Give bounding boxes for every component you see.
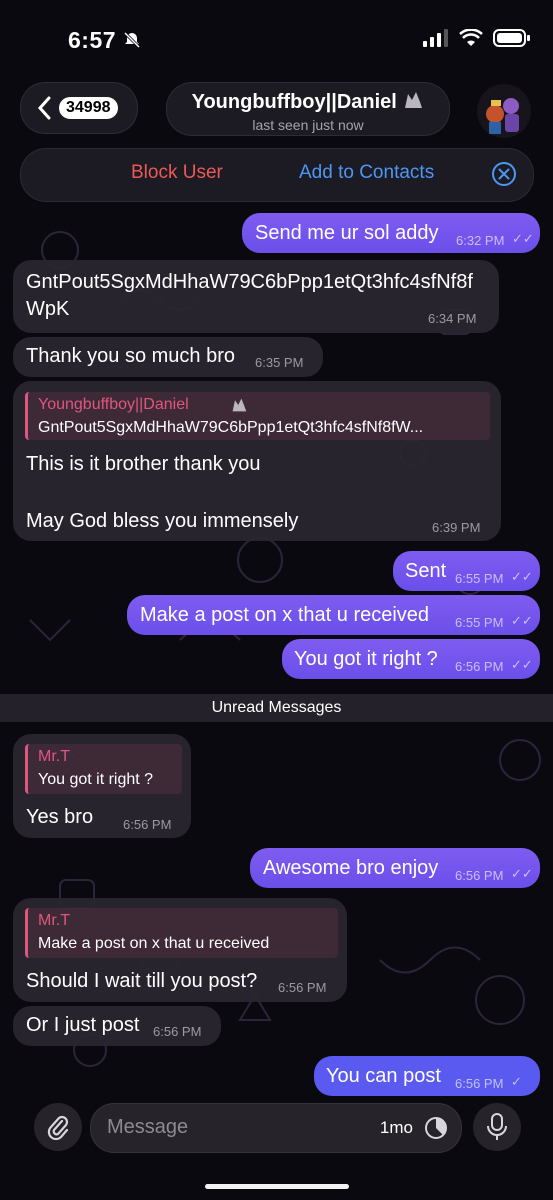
reply-preview[interactable]: Mr.T Make a post on x that u received <box>25 908 338 958</box>
chat-title: Youngbuffboy||Daniel <box>167 90 449 114</box>
auto-delete-timer-label: 1mo <box>379 1118 413 1137</box>
home-indicator <box>205 1184 349 1189</box>
mute-bell-icon <box>123 31 141 49</box>
paperclip-icon <box>47 1115 69 1140</box>
microphone-button[interactable] <box>473 1103 521 1151</box>
message-incoming-reply[interactable]: Youngbuffboy||Daniel GntPout5SgxMdHhaW79… <box>13 381 501 541</box>
message-incoming[interactable]: Thank you so much bro 6:35 PM <box>13 337 323 377</box>
reply-preview[interactable]: Youngbuffboy||Daniel GntPout5SgxMdHhaW79… <box>25 392 490 440</box>
read-check-icon: ✓✓ <box>511 569 533 584</box>
message-incoming-reply[interactable]: Mr.T Make a post on x that u received Sh… <box>13 898 347 1002</box>
message-outgoing[interactable]: Awesome bro enjoy 6:56 PM ✓✓ <box>250 848 540 888</box>
battery-icon <box>493 29 530 47</box>
read-check-icon: ✓✓ <box>511 866 533 881</box>
microphone-icon <box>487 1113 507 1140</box>
timer-icon[interactable] <box>423 1115 449 1141</box>
status-bar: 6:57 <box>0 0 553 80</box>
read-check-icon: ✓✓ <box>511 613 533 628</box>
message-placeholder: Message <box>107 1116 189 1138</box>
last-seen-status: last seen just now <box>252 117 364 133</box>
attach-button[interactable] <box>34 1103 82 1151</box>
avatar-image <box>486 98 519 134</box>
message-incoming[interactable]: Or I just post 6:56 PM <box>13 1006 221 1046</box>
chat-title-button[interactable]: Youngbuffboy||Daniel last seen just now <box>166 82 450 136</box>
message-input[interactable]: Message 1mo <box>90 1103 462 1153</box>
message-outgoing[interactable]: Make a post on x that u received 6:55 PM… <box>127 595 540 635</box>
message-incoming-reply[interactable]: Mr.T You got it right ? Yes bro 6:56 PM <box>13 734 191 838</box>
block-user-button[interactable]: Block User <box>131 162 223 184</box>
message-outgoing[interactable]: Send me ur sol addy 6:32 PM ✓✓ <box>242 213 540 253</box>
read-check-icon: ✓✓ <box>511 657 533 672</box>
unread-messages-divider: Unread Messages <box>0 694 553 722</box>
wolf-emoji-icon <box>232 398 247 412</box>
add-to-contacts-button[interactable]: Add to Contacts <box>299 162 434 184</box>
read-check-icon: ✓✓ <box>512 231 534 246</box>
avatar[interactable] <box>477 84 531 138</box>
composer-bar: Message 1mo <box>0 1088 553 1200</box>
status-time: 6:57 <box>68 27 117 53</box>
message-incoming[interactable]: GntPout5SgxMdHhaW79C6bPpp1etQt3hfc4sfNf8… <box>13 260 499 333</box>
unread-count-badge: 34998 <box>59 97 118 119</box>
contact-action-bar: Block User Add to Contacts <box>20 148 534 202</box>
message-outgoing[interactable]: Sent 6:55 PM ✓✓ <box>393 551 540 591</box>
wolf-emoji-icon <box>405 92 423 108</box>
back-button[interactable]: 34998 <box>20 82 138 134</box>
chevron-left-icon <box>37 96 51 120</box>
close-icon[interactable] <box>491 161 517 187</box>
reply-preview[interactable]: Mr.T You got it right ? <box>25 744 182 794</box>
signal-icon <box>423 29 448 47</box>
message-outgoing[interactable]: You got it right ? 6:56 PM ✓✓ <box>282 639 540 679</box>
chat-header: 34998 Youngbuffboy||Daniel last seen jus… <box>0 80 553 138</box>
wifi-icon <box>459 29 483 46</box>
